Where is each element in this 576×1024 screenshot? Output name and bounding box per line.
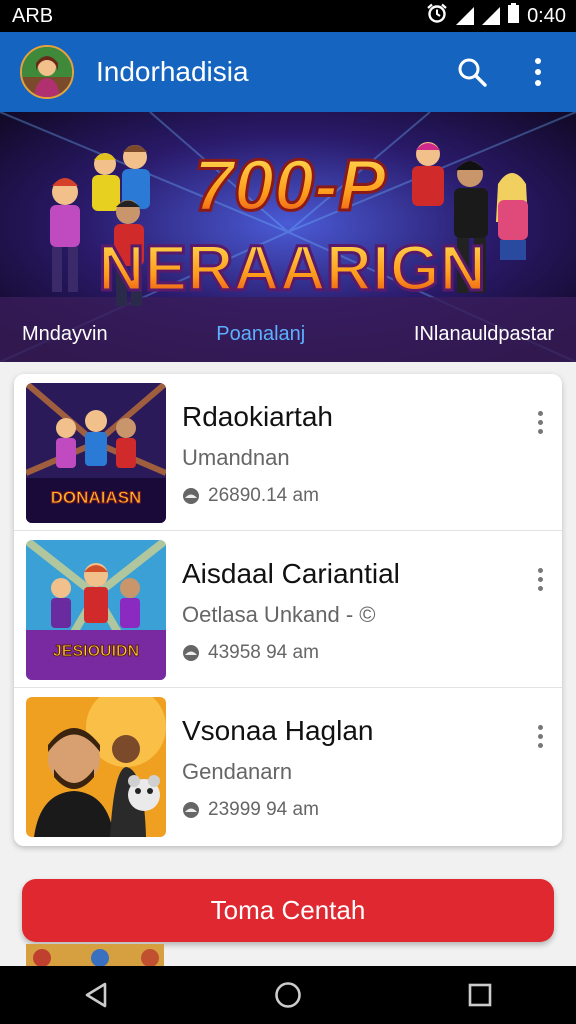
app-avatar[interactable]: [20, 45, 74, 99]
banner-tab-3[interactable]: INlanauldpastar: [414, 323, 554, 346]
banner-headline-bottom: NERAARIGN: [98, 232, 486, 304]
banner-tabs: Mndayvin Poanalanj INlanauldpastar: [0, 323, 576, 346]
item-menu-button[interactable]: [528, 404, 552, 440]
back-button[interactable]: [66, 970, 126, 1020]
home-button[interactable]: [258, 970, 318, 1020]
list-item-text: Vsonaa Haglan Gendanarn 23999 94 am: [182, 697, 550, 821]
list-thumbnail-1: DONAIASN: [26, 383, 166, 523]
list-item-title: Aisdaal Cariantial: [182, 558, 400, 589]
search-button[interactable]: [450, 50, 494, 94]
list-item-text: Rdaokiartah Umandnan 26890.14 am: [182, 383, 550, 507]
more-vert-icon: [535, 58, 541, 86]
app-bar: Indorhadisia: [0, 32, 576, 112]
app-title: Indorhadisia: [96, 56, 249, 87]
list-thumbnail-2: JESIOUIDN: [26, 540, 166, 680]
more-vert-icon: [537, 567, 543, 573]
list-item-time: 23999 94 am: [208, 799, 319, 820]
content-list: DONAIASN Rdaokiartah Umandnan 26890.14 a…: [14, 374, 562, 846]
list-item-text: Aisdaal Cariantial Oetlasa Unkand - © 43…: [182, 540, 550, 664]
signal-icon: [456, 7, 475, 25]
overflow-menu-button[interactable]: [516, 50, 560, 94]
alarm-icon: [426, 3, 448, 29]
list-next-peek: [0, 944, 576, 966]
recents-icon: [468, 983, 492, 1007]
more-vert-icon: [537, 410, 543, 416]
status-time: 0:40: [527, 4, 566, 27]
list-item-1[interactable]: DONAIASN Rdaokiartah Umandnan 26890.14 a…: [14, 374, 562, 531]
clock-icon: [183, 802, 199, 818]
list-item-3[interactable]: Vsonaa Haglan Gendanarn 23999 94 am: [14, 688, 562, 845]
list-item-meta: 43958 94 am: [182, 642, 550, 664]
more-vert-icon: [537, 724, 543, 730]
list-item-title: Vsonaa Haglan: [182, 715, 374, 746]
banner-tab-1[interactable]: Mndayvin: [22, 323, 108, 346]
status-bar: ARB 0:40: [0, 0, 576, 32]
svg-text:DONAIASN: DONAIASN: [51, 488, 142, 507]
clock-icon: [183, 488, 199, 504]
svg-text:JESIOUIDN: JESIOUIDN: [53, 643, 139, 660]
primary-action-button[interactable]: Toma Centah: [22, 879, 554, 942]
search-icon: [458, 58, 487, 87]
list-item-2[interactable]: JESIOUIDN Aisdaal Cariantial Oetlasa Unk…: [14, 531, 562, 688]
list-item-title: Rdaokiartah: [182, 401, 333, 432]
status-icons: 0:40: [426, 3, 566, 29]
list-item-subtitle: Gendanarn: [182, 759, 293, 784]
hero-banner[interactable]: 700-P NERAARIGN Mndayvin Poanalanj INlan…: [0, 112, 576, 362]
list-item-subtitle: Oetlasa Unkand - ©: [182, 602, 376, 627]
home-icon: [275, 982, 301, 1008]
list-item-meta: 23999 94 am: [182, 799, 550, 821]
system-nav-bar: [0, 966, 576, 1024]
item-menu-button[interactable]: [528, 561, 552, 597]
banner-headline-top: 700-P: [194, 146, 387, 226]
battery-icon: [508, 3, 520, 29]
signal-icon-2: [482, 7, 501, 25]
list-item-time: 43958 94 am: [208, 642, 319, 663]
list-item-subtitle: Umandnan: [182, 445, 290, 470]
recents-button[interactable]: [450, 970, 510, 1020]
status-carrier: ARB: [12, 4, 54, 27]
item-menu-button[interactable]: [528, 718, 552, 754]
list-item-meta: 26890.14 am: [182, 485, 550, 507]
back-icon: [85, 982, 107, 1008]
banner-tab-2[interactable]: Poanalanj: [216, 323, 305, 346]
list-thumbnail-3: [26, 697, 166, 837]
clock-icon: [183, 645, 199, 661]
list-item-time: 26890.14 am: [208, 485, 319, 506]
